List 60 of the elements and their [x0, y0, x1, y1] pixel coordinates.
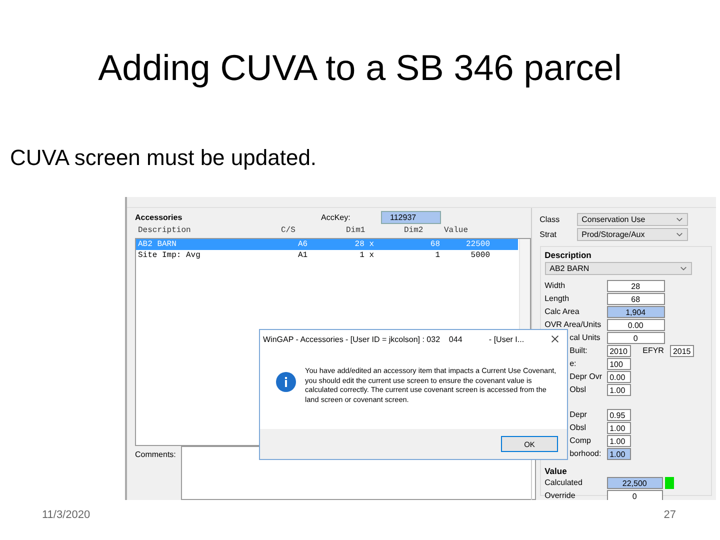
dialog-title: WinGAP - Accessories - [User ID = jkcolson] : 032 044 - [User I... — [263, 334, 524, 344]
value-field[interactable]: 100 — [606, 358, 631, 370]
slide-date: 11/3/2020 — [42, 508, 90, 522]
field-label: Calculated — [544, 478, 584, 487]
info-icon — [276, 372, 296, 392]
field-label: Depr Ovr — [570, 372, 604, 381]
chevron-icon — [676, 232, 683, 237]
field-label: Override — [544, 491, 576, 500]
field-label: Obsl — [570, 423, 588, 432]
value-field[interactable]: 0.00 — [606, 370, 631, 382]
value-field[interactable]: 0 — [606, 490, 663, 500]
field-label: Built: — [570, 346, 588, 355]
field-label: Comp — [570, 436, 592, 445]
value-field[interactable]: 68 — [606, 292, 665, 304]
value-field[interactable]: 1.00 — [606, 384, 631, 396]
value-field[interactable]: 1.00 — [606, 434, 631, 446]
description-dropdown[interactable]: AB2 BARN — [544, 262, 692, 275]
field-label: Obsl — [570, 385, 588, 394]
column-header: Dim1 — [346, 226, 366, 237]
field-label: Width — [544, 281, 566, 290]
page-number: 27 — [664, 508, 676, 522]
section-title: Value — [544, 466, 567, 476]
field-label: Strat — [540, 230, 558, 239]
value-field[interactable]: 28 — [606, 280, 665, 292]
value-field[interactable]: 0.00 — [606, 318, 665, 330]
field-label: Depr — [570, 410, 588, 419]
acckey-field[interactable]: 112937 — [381, 210, 441, 224]
value-field[interactable]: 1.00 — [606, 422, 631, 434]
value-field[interactable]: 0 — [606, 332, 665, 344]
field-label: OVR Area/Units — [544, 320, 602, 329]
value-field: 22,500 — [606, 476, 663, 488]
strat-dropdown[interactable]: Prod/Storage/Aux — [576, 228, 688, 241]
field-label: borhood: — [570, 449, 602, 458]
close-icon[interactable] — [551, 335, 559, 343]
slide-title: Adding CUVA to a SB 346 parcel — [97, 46, 623, 90]
field-label: Comments: — [135, 449, 177, 461]
slide-subtitle: CUVA screen must be updated. — [10, 144, 318, 172]
value-field[interactable]: 1.00 — [606, 448, 631, 460]
field-label: AccKey: — [321, 212, 352, 222]
field-label: e: — [570, 359, 578, 368]
column-header: Value — [444, 226, 470, 237]
field-label: EFYR — [642, 346, 664, 355]
chevron-icon — [676, 217, 683, 222]
field-label: Class — [540, 215, 561, 224]
value-field[interactable]: 0.95 — [606, 408, 631, 420]
column-header: C/S — [281, 226, 296, 237]
field-label: cal Units — [570, 333, 602, 342]
status-indicator — [664, 476, 674, 488]
section-title: Description — [544, 250, 592, 260]
list-row[interactable]: Site Imp: Avg A1 1 x 1 5000 — [136, 250, 518, 261]
value-field[interactable]: 2015 — [670, 344, 694, 356]
value-field[interactable]: 1,904 — [606, 306, 665, 318]
value-field[interactable]: 2010 — [606, 344, 631, 356]
section-title: Accessories — [135, 212, 184, 222]
field-label: Calc Area — [544, 307, 580, 316]
class-dropdown[interactable]: Conservation Use — [576, 213, 688, 226]
column-header: Description — [138, 226, 192, 237]
field-label: Length — [544, 294, 570, 303]
column-header: Dim2 — [404, 226, 424, 237]
chevron-icon — [680, 266, 687, 271]
